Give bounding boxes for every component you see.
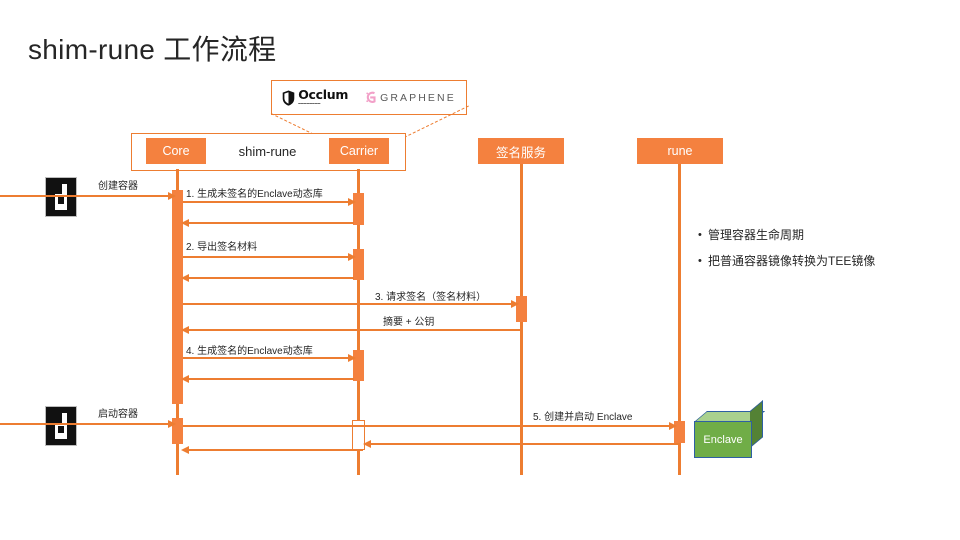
- msg-5-return-line: [183, 378, 354, 380]
- docker-d-glyph: [52, 413, 70, 439]
- actor-carrier[interactable]: Carrier: [329, 138, 389, 164]
- enclave-box: Enclave: [694, 400, 766, 458]
- msg-3-line: [183, 303, 515, 305]
- msg-6-return-line: [365, 443, 680, 445]
- msg-3-arrow: [511, 299, 519, 308]
- msg-6-return-arrow: [363, 439, 371, 448]
- msg-start-container-arrow: [168, 419, 176, 428]
- slide-canvas: shim-rune 工作流程 Occlum ▬▬▬▬▬▬▬▬ GRAPHENE …: [0, 0, 960, 540]
- msg-6-core-return-line: [183, 449, 363, 451]
- tee-sdk-logo-box: Occlum ▬▬▬▬▬▬▬▬ GRAPHENE: [271, 80, 467, 115]
- msg-5-arrow: [348, 353, 356, 362]
- enclave-box-front: Enclave: [694, 421, 752, 458]
- graphene-logo: GRAPHENE: [364, 90, 456, 105]
- occlum-tagline: ▬▬▬▬▬▬▬▬: [298, 101, 321, 105]
- msg-6-arrow: [669, 421, 677, 430]
- graphene-wordmark: GRAPHENE: [380, 91, 456, 104]
- msg-6-label: 5. 创建并启动 Enclave: [533, 412, 633, 423]
- actor-core[interactable]: Core: [146, 138, 206, 164]
- msg-start-container-line: [0, 423, 170, 425]
- msg-1-arrow: [348, 197, 356, 206]
- rune-notes: • 管理容器生命周期 • 把普通容器镜像转换为TEE镜像: [698, 228, 928, 280]
- msg-create-container-line: [0, 195, 170, 197]
- msg-1-return-arrow: [181, 218, 189, 227]
- msg-2-return-line: [183, 277, 354, 279]
- bullet-marker: •: [698, 229, 702, 241]
- msg-6-core-return-arrow: [181, 445, 189, 454]
- docker-icon-create: [45, 177, 77, 217]
- msg-2-arrow: [348, 252, 356, 261]
- msg-1-return-line: [183, 222, 354, 224]
- msg-create-container-arrow: [168, 191, 176, 200]
- label-create-container: 创建容器: [98, 181, 138, 192]
- msg-5-label: 4. 生成签名的Enclave动态库: [186, 346, 313, 357]
- list-item: • 管理容器生命周期: [698, 228, 928, 243]
- label-start-container: 启动容器: [98, 409, 138, 420]
- msg-5-return-arrow: [181, 374, 189, 383]
- msg-2-label: 2. 导出签名材料: [186, 242, 258, 253]
- graphene-g-icon: [364, 90, 376, 105]
- msg-4-label: 摘要 + 公钥: [383, 317, 435, 328]
- occlum-logo: Occlum ▬▬▬▬▬▬▬▬: [282, 87, 349, 106]
- msg-4-arrow: [181, 325, 189, 334]
- msg-2-return-arrow: [181, 273, 189, 282]
- bullet-marker: •: [698, 255, 702, 267]
- docker-d-glyph: [52, 184, 70, 210]
- list-item: • 把普通容器镜像转换为TEE镜像: [698, 254, 928, 269]
- msg-6-line: [183, 425, 673, 427]
- msg-3-label: 3. 请求签名（签名材料）: [375, 292, 487, 303]
- shield-icon: [282, 90, 295, 106]
- bullet-text: 把普通容器镜像转换为TEE镜像: [708, 254, 876, 268]
- occlum-wordmark: Occlum: [298, 87, 349, 103]
- actor-sign-service[interactable]: 签名服务: [478, 138, 564, 164]
- actor-rune[interactable]: rune: [637, 138, 723, 164]
- msg-5-line: [183, 357, 352, 359]
- msg-2-line: [183, 256, 352, 258]
- bullet-text: 管理容器生命周期: [708, 228, 805, 242]
- page-title: shim-rune 工作流程: [28, 34, 277, 65]
- msg-4-line: [183, 329, 521, 331]
- msg-1-line: [183, 201, 352, 203]
- docker-icon-start: [45, 406, 77, 446]
- msg-1-label: 1. 生成未签名的Enclave动态库: [186, 189, 323, 200]
